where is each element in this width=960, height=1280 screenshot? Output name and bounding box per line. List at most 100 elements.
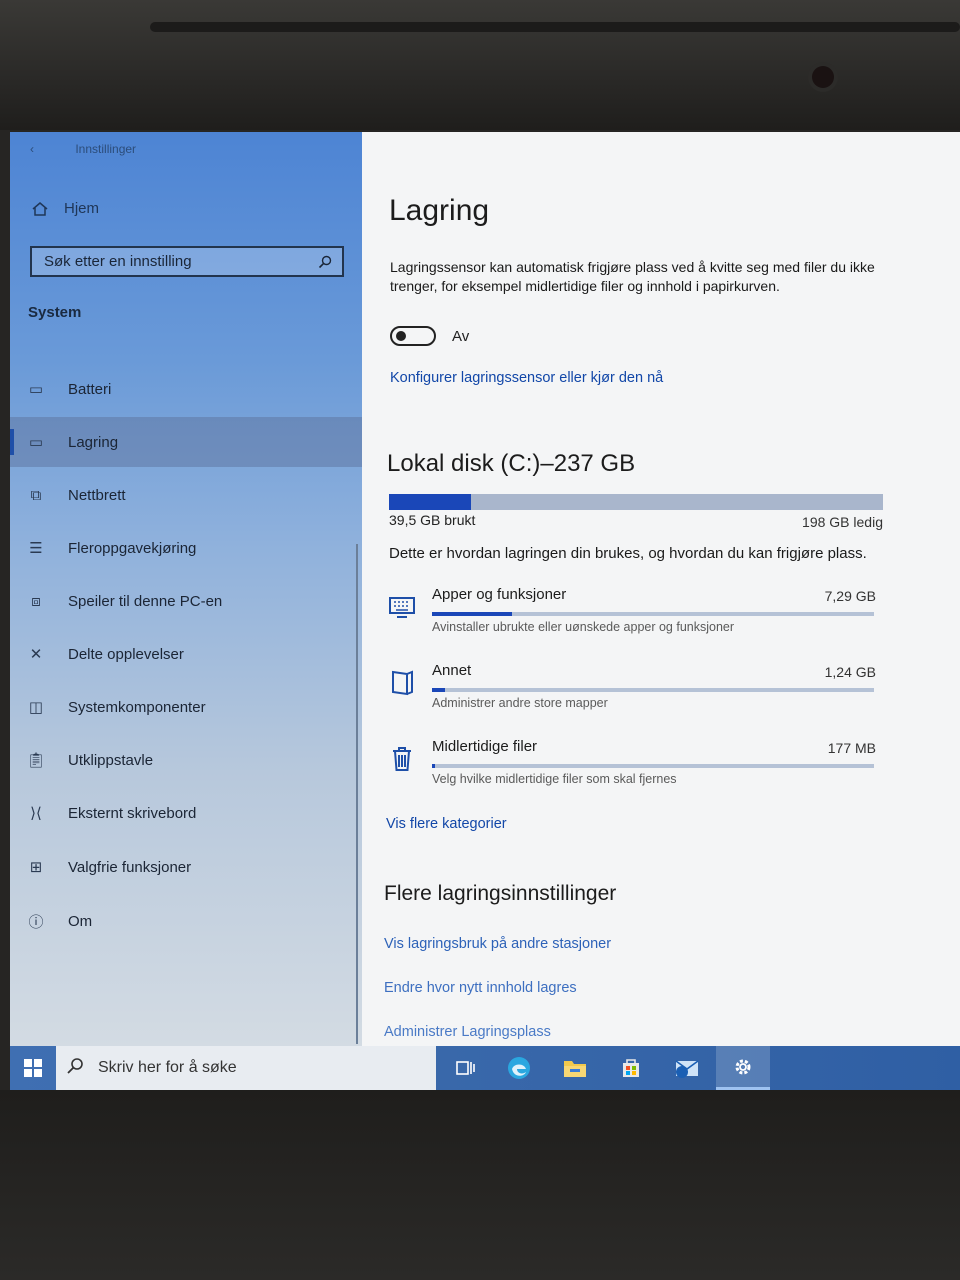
storage-sense-toggle[interactable] bbox=[390, 326, 436, 346]
trash-icon bbox=[386, 744, 418, 776]
sidebar-item-storage[interactable]: ▭ Lagring bbox=[10, 417, 362, 467]
more-storage-settings-title: Flere lagringsinnstillinger bbox=[384, 882, 617, 905]
disk-description: Dette er hvordan lagringen din brukes, o… bbox=[389, 545, 867, 562]
show-more-categories-link[interactable]: Vis flere kategorier bbox=[386, 816, 507, 832]
sidebar: ‹ Innstillinger Hjem Søk etter en innsti… bbox=[10, 132, 362, 1046]
sidebar-item-label: Delte opplevelser bbox=[68, 645, 184, 663]
sidebar-item-shared-experiences[interactable]: ✕ Delte opplevelser bbox=[10, 629, 362, 679]
category-bar bbox=[432, 764, 874, 768]
sidebar-item-system-components[interactable]: ◫ Systemkomponenter bbox=[10, 682, 362, 732]
mail-icon[interactable] bbox=[660, 1046, 714, 1090]
other-drives-usage-link[interactable]: Vis lagringsbruk på andre stasjoner bbox=[384, 936, 611, 952]
sidebar-item-multitasking[interactable]: ☰ Fleroppgavekjøring bbox=[10, 523, 362, 573]
settings-search-input[interactable]: Søk etter en innstilling bbox=[30, 246, 344, 277]
category-name: Annet bbox=[432, 662, 472, 679]
disk-title: Lokal disk (C:)–237 GB bbox=[387, 450, 636, 477]
search-icon bbox=[318, 255, 332, 268]
disk-usage-fill bbox=[389, 494, 471, 510]
multitasking-icon: ☰ bbox=[29, 540, 43, 557]
sidebar-item-battery[interactable]: ▭ Batteri bbox=[10, 364, 362, 414]
storage-icon: ▭ bbox=[28, 434, 44, 451]
remote-desktop-icon: ⟩⟨ bbox=[30, 805, 42, 822]
back-arrow-icon[interactable]: ‹ bbox=[30, 142, 34, 156]
sidebar-item-home[interactable]: Hjem bbox=[32, 200, 99, 217]
change-save-location-link[interactable]: Endre hvor nytt innhold lagres bbox=[384, 980, 577, 996]
tablet-icon: ⧉ bbox=[30, 486, 42, 504]
webcam bbox=[812, 66, 834, 88]
category-bar-fill bbox=[432, 688, 446, 692]
disk-used-label: 39,5 GB brukt bbox=[389, 512, 476, 528]
optional-features-icon: ⊞ bbox=[29, 859, 43, 876]
category-size: 177 MB bbox=[827, 740, 876, 756]
category-bar-fill bbox=[432, 764, 435, 768]
category-subtitle: Velg hvilke midlertidige filer som skal … bbox=[432, 772, 677, 786]
sidebar-item-remote-desktop[interactable]: ⟩⟨ Eksternt skrivebord bbox=[10, 788, 362, 838]
monitor-bezel-bottom bbox=[0, 1090, 960, 1280]
sidebar-item-label: Batteri bbox=[68, 380, 112, 398]
sidebar-item-label: Lagring bbox=[68, 433, 119, 451]
bezel-ridge bbox=[150, 22, 960, 32]
sidebar-item-label: Speiler til denne PC-en bbox=[68, 592, 223, 610]
battery-icon: ▭ bbox=[28, 381, 44, 398]
sidebar-scrollbar[interactable] bbox=[356, 544, 358, 1044]
toggle-state-label: Av bbox=[452, 328, 470, 345]
window-title: Innstillinger bbox=[75, 142, 137, 156]
category-bar-fill bbox=[432, 612, 512, 616]
category-name: Midlertidige filer bbox=[432, 738, 538, 755]
category-subtitle: Avinstaller ubrukte eller uønskede apper… bbox=[432, 620, 735, 634]
search-placeholder: Søk etter en innstilling bbox=[44, 253, 192, 270]
category-bar bbox=[432, 688, 874, 692]
other-icon bbox=[386, 668, 418, 700]
windows-logo-icon bbox=[24, 1059, 42, 1077]
clipboard-icon: 📋︎ bbox=[26, 752, 46, 769]
file-explorer-icon[interactable] bbox=[548, 1046, 602, 1090]
settings-icon[interactable] bbox=[716, 1046, 770, 1090]
store-icon[interactable] bbox=[604, 1046, 658, 1090]
system-components-icon: ◫ bbox=[28, 699, 44, 716]
category-size: 7,29 GB bbox=[824, 588, 876, 604]
apps-icon bbox=[386, 592, 418, 624]
taskbar: Skriv her for å søke bbox=[10, 1046, 960, 1090]
category-size: 1,24 GB bbox=[824, 664, 876, 680]
home-label: Hjem bbox=[64, 200, 100, 217]
monitor-bezel-top bbox=[0, 0, 960, 130]
sidebar-item-label: Utklippstavle bbox=[68, 751, 154, 769]
sidebar-item-label: Om bbox=[68, 912, 93, 930]
sidebar-item-projecting[interactable]: ⧈ Speiler til denne PC-en bbox=[10, 576, 362, 626]
main-content: Lagring Lagringssensor kan automatisk fr… bbox=[362, 132, 960, 1046]
taskbar-search-placeholder: Skriv her for å søke bbox=[98, 1059, 237, 1076]
screen: ‹ Innstillinger Hjem Søk etter en innsti… bbox=[10, 132, 960, 1090]
sidebar-item-tablet[interactable]: ⧉ Nettbrett bbox=[10, 470, 362, 520]
storage-sense-description: Lagringssensor kan automatisk frigjøre p… bbox=[390, 259, 875, 294]
category-other[interactable]: Annet 1,24 GB Administrer andre store ma… bbox=[386, 662, 886, 732]
category-subtitle: Administrer andre store mapper bbox=[432, 696, 608, 710]
sidebar-item-optional-features[interactable]: ⊞ Valgfrie funksjoner bbox=[10, 842, 362, 892]
info-icon: ⓘ bbox=[28, 913, 44, 931]
task-view-icon[interactable] bbox=[438, 1046, 492, 1090]
category-temporary-files[interactable]: Midlertidige filer 177 MB Velg hvilke mi… bbox=[386, 738, 886, 808]
projecting-icon: ⧈ bbox=[31, 592, 41, 610]
sidebar-item-about[interactable]: ⓘ Om bbox=[10, 896, 362, 946]
sidebar-item-label: Fleroppgavekjøring bbox=[68, 539, 197, 557]
start-button[interactable] bbox=[10, 1046, 56, 1090]
search-icon bbox=[66, 1057, 84, 1080]
configure-storage-sense-link[interactable]: Konfigurer lagringssensor eller kjør den… bbox=[390, 370, 663, 386]
title-bar: ‹ Innstillinger bbox=[30, 142, 136, 156]
section-label-system: System bbox=[28, 304, 82, 321]
category-bar bbox=[432, 612, 874, 616]
sidebar-item-label: Eksternt skrivebord bbox=[68, 804, 197, 822]
taskbar-search-box[interactable]: Skriv her for å søke bbox=[56, 1046, 436, 1090]
disk-free-label: 198 GB ledig bbox=[802, 514, 883, 530]
page-title: Lagring bbox=[389, 194, 490, 227]
sidebar-item-label: Systemkomponenter bbox=[68, 698, 206, 716]
disk-usage-bar bbox=[389, 494, 883, 510]
home-icon bbox=[32, 201, 48, 216]
sidebar-item-clipboard[interactable]: 📋︎ Utklippstavle bbox=[10, 735, 362, 785]
shared-experiences-icon: ✕ bbox=[29, 646, 43, 663]
edge-icon[interactable] bbox=[492, 1046, 546, 1090]
manage-storage-spaces-link[interactable]: Administrer Lagringsplass bbox=[384, 1024, 551, 1040]
sidebar-item-label: Nettbrett bbox=[68, 486, 126, 504]
category-apps[interactable]: Apper og funksjoner 7,29 GB Avinstaller … bbox=[386, 586, 886, 656]
category-name: Apper og funksjoner bbox=[432, 586, 567, 603]
toggle-knob bbox=[396, 331, 406, 341]
